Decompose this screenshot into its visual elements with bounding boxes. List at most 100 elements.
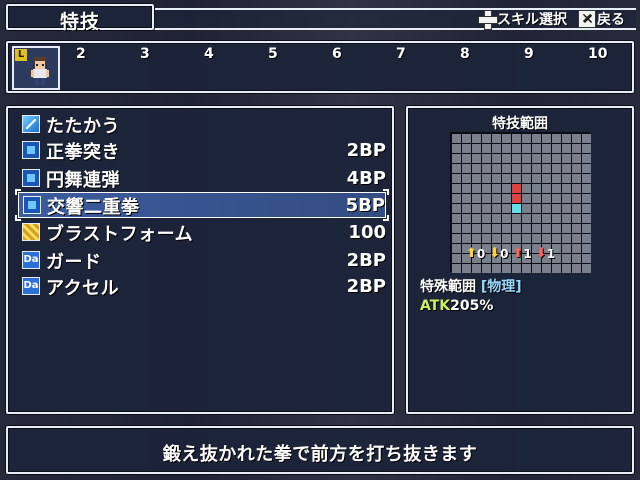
dpad-icon <box>478 10 498 30</box>
arrow-down-yellow-icon: ⬇ <box>489 246 501 261</box>
range-cell <box>482 184 491 193</box>
range-cell <box>472 224 481 233</box>
range-cell <box>482 134 491 143</box>
range-cell <box>552 234 561 243</box>
range-cell <box>462 134 471 143</box>
range-cell <box>502 214 511 223</box>
range-cell <box>502 174 511 183</box>
party-bar: L 2 3 4 5 6 7 8 9 10 <box>6 41 634 93</box>
attack-icon <box>22 115 40 133</box>
range-cell <box>572 244 581 253</box>
range-cell <box>492 264 501 273</box>
range-cell <box>522 224 531 233</box>
range-cell <box>562 244 571 253</box>
range-cell <box>492 184 501 193</box>
party-slot-3[interactable]: 3 <box>140 46 150 62</box>
range-cell <box>472 134 481 143</box>
range-cell <box>512 174 521 183</box>
range-cell <box>452 214 461 223</box>
range-cell <box>452 164 461 173</box>
party-slot-5[interactable]: 5 <box>268 46 278 62</box>
range-cell <box>582 214 591 223</box>
range-cell <box>562 154 571 163</box>
range-cell <box>542 164 551 173</box>
skill-row-seiken[interactable]: 正拳突き 2BP <box>18 138 386 164</box>
party-slot-9[interactable]: 9 <box>524 46 534 62</box>
range-cell <box>462 224 471 233</box>
range-cell <box>582 224 591 233</box>
atk-label: ATK <box>420 298 451 314</box>
skill-row-kokyo-selected[interactable]: 交響二重拳 5BP <box>15 189 389 221</box>
range-cell <box>552 164 561 173</box>
range-cell <box>552 144 561 153</box>
range-cell <box>482 154 491 163</box>
range-cell <box>492 144 501 153</box>
range-cell <box>572 214 581 223</box>
range-cell <box>522 184 531 193</box>
range-cell <box>492 164 501 173</box>
range-cell <box>452 254 461 263</box>
range-cell <box>552 174 561 183</box>
range-modifiers: ⬆ 0 ⬇ 0 ⬆ 1 ⬇ 1 <box>466 246 555 262</box>
range-cell <box>542 134 551 143</box>
form-icon <box>22 223 40 241</box>
arrow-up-yellow-icon: ⬆ <box>466 246 477 261</box>
arrow-down-red-icon: ⬇ <box>535 246 547 261</box>
range-cell <box>562 174 571 183</box>
skill-cost: 100 <box>348 222 386 243</box>
range-cell <box>522 134 531 143</box>
skill-cost: 4BP <box>346 168 386 189</box>
range-cell <box>572 234 581 243</box>
skill-row-enbu[interactable]: 円舞連弾 4BP <box>18 166 386 192</box>
range-cell <box>502 134 511 143</box>
range-cell <box>542 224 551 233</box>
hint-back-label: 戻る <box>597 12 625 28</box>
party-slot-4[interactable]: 4 <box>204 46 214 62</box>
range-title: 特技範囲 <box>492 116 548 132</box>
range-cell <box>452 234 461 243</box>
skill-name: 交響二重拳 <box>47 197 140 218</box>
atk-value: 205% <box>450 298 494 314</box>
range-cell <box>452 174 461 183</box>
skill-row-accel[interactable]: Da アクセル 2BP <box>18 274 386 300</box>
party-slot-10[interactable]: 10 <box>588 46 607 62</box>
da-icon: Da <box>22 251 40 269</box>
skill-row-guard[interactable]: Da ガード 2BP <box>18 248 386 274</box>
skill-cost: 2BP <box>346 250 386 271</box>
atk-stat: ATK205% <box>420 298 493 314</box>
range-cell <box>522 214 531 223</box>
range-cell <box>472 164 481 173</box>
party-slot-1[interactable]: L <box>12 46 60 90</box>
range-cell <box>482 204 491 213</box>
hint-back[interactable]: ✕ 戻る <box>578 9 625 29</box>
range-cell <box>542 234 551 243</box>
skill-range-panel: 特技範囲 ⬆ 0 ⬇ 0 ⬆ 1 ⬇ 1 特殊範囲 [物理] ATK205% <box>406 106 634 414</box>
range-cell <box>532 174 541 183</box>
range-cell <box>562 144 571 153</box>
range-cell <box>492 214 501 223</box>
party-slot-8[interactable]: 8 <box>460 46 470 62</box>
party-slot-6[interactable]: 6 <box>332 46 342 62</box>
hint-skill-select[interactable]: スキル選択 <box>478 9 567 30</box>
range-cell <box>502 144 511 153</box>
range-cell <box>452 244 461 253</box>
range-cell <box>502 194 511 203</box>
modifier-down-red: ⬇ 1 <box>535 246 555 262</box>
range-cell <box>572 184 581 193</box>
modifier-value: 0 <box>476 247 486 261</box>
skill-row-blast-form[interactable]: ブラストフォーム 100 <box>18 220 386 246</box>
party-slot-2[interactable]: 2 <box>76 46 86 62</box>
skill-row-attack[interactable]: たたかう <box>18 112 386 138</box>
range-cell <box>482 224 491 233</box>
range-cell <box>542 154 551 163</box>
hint-skill-select-label: スキル選択 <box>497 12 567 28</box>
skill-list: たたかう 正拳突き 2BP 円舞連弾 4BP 交響二重拳 5BP ブラストフォー… <box>6 106 394 414</box>
range-cell <box>512 164 521 173</box>
modifier-up-red: ⬆ 1 <box>513 247 532 262</box>
range-cell <box>472 154 481 163</box>
party-slot-7[interactable]: 7 <box>396 46 406 62</box>
range-cell <box>462 204 471 213</box>
range-cell <box>572 144 581 153</box>
range-type: 特殊範囲 [物理] <box>420 276 522 296</box>
range-cell <box>562 234 571 243</box>
